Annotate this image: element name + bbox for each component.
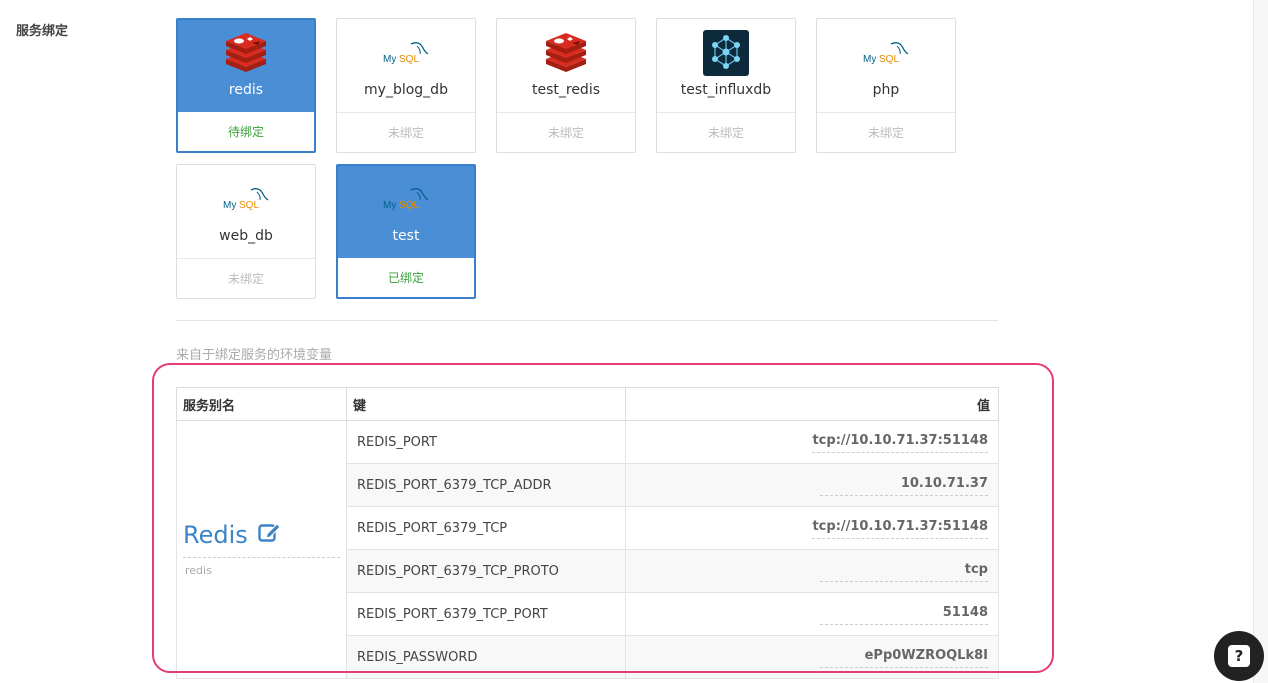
env-value[interactable]: tcp://10.10.71.37:51148 (625, 506, 999, 550)
edit-icon[interactable] (258, 521, 282, 549)
svg-text:My: My (223, 200, 236, 211)
alias-title-text: Redis (183, 520, 248, 549)
service-cards: redis 待绑定 My SQL my_blog_db 未绑定 test_red… (176, 18, 996, 308)
svg-text:My: My (383, 54, 396, 65)
influxdb-logo-icon (701, 29, 751, 77)
card-name: web_db (219, 228, 273, 244)
help-icon: ? (1228, 645, 1250, 667)
service-card-php[interactable]: My SQL php 未绑定 (816, 18, 956, 153)
card-status: 未绑定 (337, 112, 475, 152)
value-header: 值 (625, 387, 999, 421)
env-value[interactable]: tcp (625, 549, 999, 593)
card-name: test_influxdb (680, 82, 772, 98)
card-name: redis (228, 82, 264, 98)
mysql-logo-icon: My SQL (221, 175, 271, 223)
svg-text:My: My (863, 54, 876, 65)
table-header-row: 服务别名 键 值 (176, 387, 999, 421)
service-card-test-influxdb[interactable]: test_influxdb 未绑定 (656, 18, 796, 153)
env-caption: 来自于绑定服务的环境变量 (176, 348, 333, 363)
env-key: REDIS_PASSWORD (346, 635, 626, 679)
svg-text:SQL: SQL (239, 200, 259, 211)
mysql-logo-icon: My SQL (861, 29, 911, 77)
service-card-redis[interactable]: redis 待绑定 (176, 18, 316, 153)
redis-logo-icon (221, 29, 271, 77)
alias-header: 服务别名 (176, 387, 347, 421)
card-name: test (392, 228, 420, 244)
env-value[interactable]: ePp0WZROQLk8I (625, 635, 999, 679)
card-name: php (872, 82, 900, 98)
env-key: REDIS_PORT_6379_TCP (346, 506, 626, 550)
env-key: REDIS_PORT (346, 420, 626, 464)
service-card-test[interactable]: My SQL test 已绑定 (336, 164, 476, 299)
alias-subtitle: redis (185, 563, 212, 577)
mysql-logo-icon: My SQL (381, 29, 431, 77)
env-value[interactable]: 51148 (625, 592, 999, 636)
scrollbar[interactable] (1253, 0, 1268, 683)
card-status: 未绑定 (817, 112, 955, 152)
alias-title[interactable]: Redis (183, 521, 340, 558)
env-key: REDIS_PORT_6379_TCP_PORT (346, 592, 626, 636)
card-name: test_redis (531, 82, 601, 98)
env-value[interactable]: tcp://10.10.71.37:51148 (625, 420, 999, 464)
svg-text:My: My (383, 200, 396, 211)
alias-cell: Redis redis (176, 420, 347, 679)
card-name: my_blog_db (364, 82, 448, 98)
mysql-logo-icon: My SQL (381, 175, 431, 223)
service-card-my-blog-db[interactable]: My SQL my_blog_db 未绑定 (336, 18, 476, 153)
service-card-test-redis[interactable]: test_redis 未绑定 (496, 18, 636, 153)
env-value[interactable]: 10.10.71.37 (625, 463, 999, 507)
svg-text:SQL: SQL (879, 54, 899, 65)
key-header: 键 (346, 387, 626, 421)
env-key: REDIS_PORT_6379_TCP_PROTO (346, 549, 626, 593)
help-button[interactable]: ? (1214, 631, 1264, 681)
svg-text:SQL: SQL (399, 200, 419, 211)
card-status: 待绑定 (227, 125, 264, 139)
svg-text:SQL: SQL (399, 54, 419, 65)
card-status: 未绑定 (657, 112, 795, 152)
env-variables-table: 服务别名 键 值 Redis redis REDIS_PORT tcp://10… (176, 387, 999, 679)
divider (176, 320, 998, 321)
card-status: 未绑定 (497, 112, 635, 152)
section-label: 服务绑定 (16, 24, 69, 39)
table-row: Redis redis REDIS_PORT tcp://10.10.71.37… (176, 420, 999, 679)
env-key: REDIS_PORT_6379_TCP_ADDR (346, 463, 626, 507)
redis-logo-icon (541, 29, 591, 77)
card-status: 已绑定 (387, 271, 424, 285)
service-card-web-db[interactable]: My SQL web_db 未绑定 (176, 164, 316, 299)
card-status: 未绑定 (177, 258, 315, 298)
